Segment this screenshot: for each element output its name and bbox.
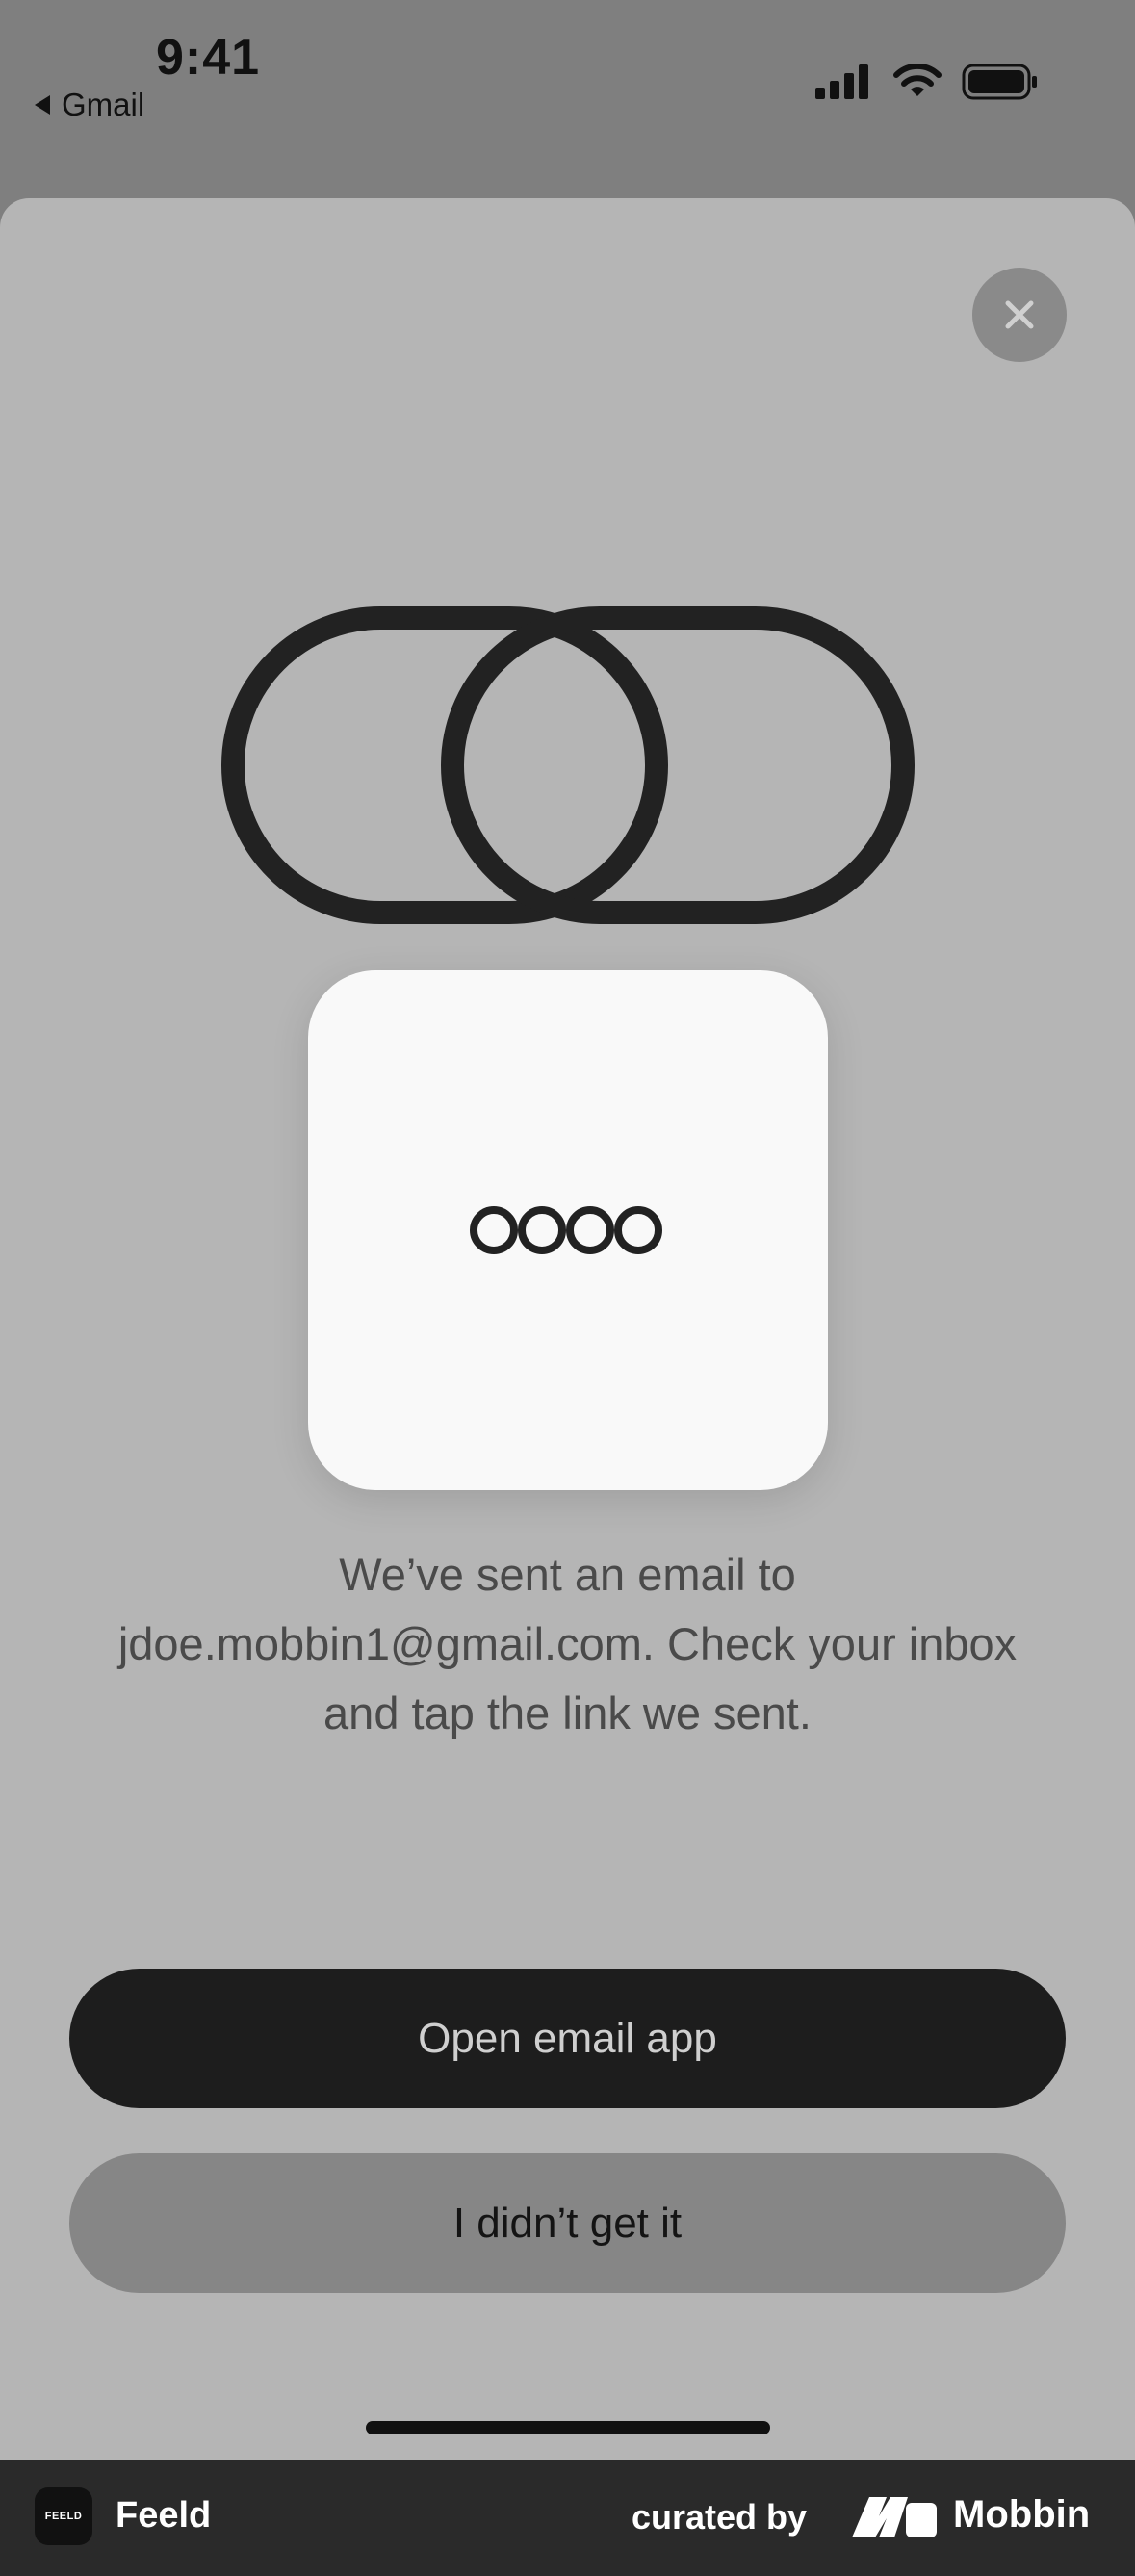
battery-icon [962,64,1037,100]
back-app-label: Gmail [62,87,145,122]
footer-bar: FEELD Feeld curated by Mobbin [0,2460,1135,2576]
home-indicator [366,2421,770,2434]
didnt-get-it-button[interactable]: I didn’t get it [69,2153,1066,2293]
app-icon: FEELD [35,2487,92,2545]
curated-by-label: curated by [632,2497,808,2537]
status-bar: 9:41 Gmail [0,0,1135,193]
instruction-text: We’ve sent an email to jdoe.mobbin1@gmai… [117,1549,1018,1739]
status-time: 9:41 [156,30,261,86]
wifi-icon [893,64,942,96]
open-email-app-button[interactable]: Open email app [69,1969,1066,2108]
back-arrow-icon [35,95,50,115]
status-icons [815,64,1039,100]
back-to-app-link[interactable]: Gmail [35,87,144,123]
close-icon [1005,300,1034,329]
loading-rings-icon [470,1206,662,1254]
brand-name: Mobbin [953,2493,1091,2536]
loading-overlay [308,970,828,1490]
feeld-logo-icon [221,606,915,924]
app-name: Feeld [116,2495,212,2536]
mobbin-logo-icon [852,2497,937,2537]
cellular-signal-icon [815,64,868,99]
close-button[interactable] [972,268,1067,362]
